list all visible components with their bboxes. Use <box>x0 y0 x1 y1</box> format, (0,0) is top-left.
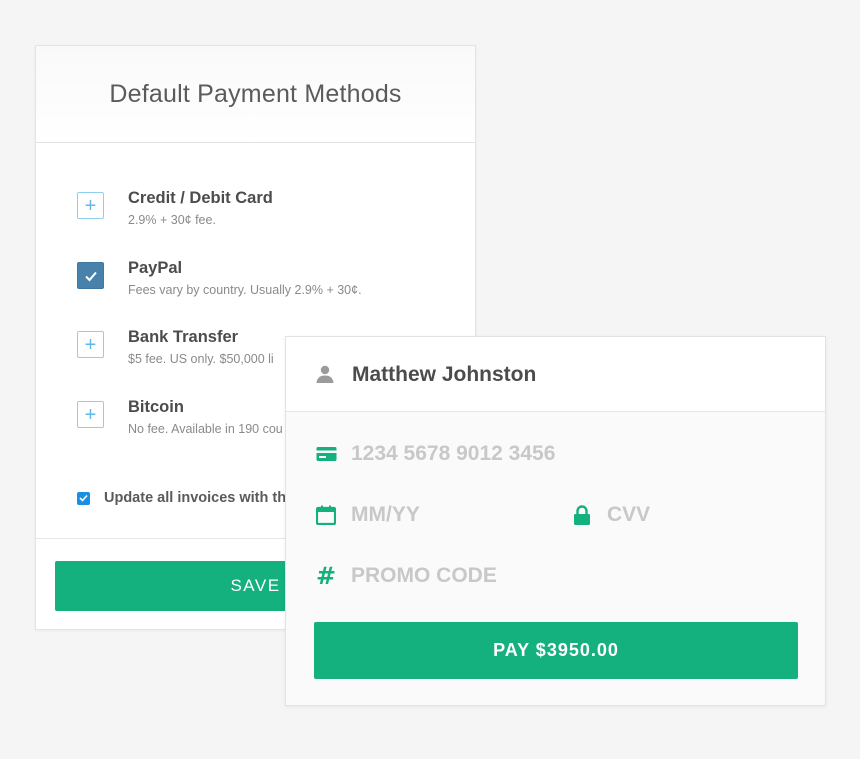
plus-icon: + <box>84 333 97 356</box>
method-paypal[interactable]: PayPal Fees vary by country. Usually 2.9… <box>77 259 467 309</box>
update-invoices-row[interactable]: Update all invoices with th <box>77 490 286 506</box>
expiry-field[interactable]: MM/YY <box>315 501 545 531</box>
payment-methods-header: Default Payment Methods <box>36 46 475 143</box>
method-credit-card[interactable]: + Credit / Debit Card 2.9% + 30¢ fee. <box>77 189 467 239</box>
pay-button[interactable]: PAY $3950.00 <box>314 622 798 679</box>
card-number-field[interactable]: 1234 5678 9012 3456 <box>315 440 795 470</box>
update-invoices-checkbox[interactable] <box>77 491 90 505</box>
credit-card-icon <box>315 443 337 465</box>
check-icon <box>79 494 88 502</box>
add-credit-card-button[interactable]: + <box>77 192 104 219</box>
method-description: $5 fee. US only. $50,000 li <box>128 352 274 366</box>
cvv-field[interactable]: CVV <box>571 501 791 531</box>
check-icon <box>84 271 97 281</box>
method-name: Credit / Debit Card <box>128 189 273 207</box>
pay-form-card: Matthew Johnston 1234 5678 9012 3456 MM/… <box>285 336 826 706</box>
payment-methods-title: Default Payment Methods <box>109 79 402 108</box>
lock-icon <box>571 504 593 526</box>
plus-icon: + <box>84 194 97 217</box>
calendar-icon <box>315 504 337 526</box>
method-description: No fee. Available in 190 cou <box>128 422 283 436</box>
add-bank-transfer-button[interactable]: + <box>77 331 104 358</box>
method-name: Bank Transfer <box>128 328 239 346</box>
cardholder-name: Matthew Johnston <box>352 363 537 386</box>
hash-icon: # <box>315 562 337 590</box>
plus-icon: + <box>84 403 97 426</box>
add-bitcoin-button[interactable]: + <box>77 401 104 428</box>
method-description: Fees vary by country. Usually 2.9% + 30¢… <box>128 283 362 297</box>
pay-form-header: Matthew Johnston <box>286 337 825 412</box>
promo-code-input[interactable]: PROMO CODE <box>351 564 497 588</box>
user-icon <box>316 365 334 383</box>
card-number-input[interactable]: 1234 5678 9012 3456 <box>351 442 555 466</box>
update-invoices-label: Update all invoices with th <box>104 490 287 506</box>
expiry-input[interactable]: MM/YY <box>351 503 420 527</box>
paypal-checkbox[interactable] <box>77 262 104 289</box>
method-description: 2.9% + 30¢ fee. <box>128 213 216 227</box>
method-name: Bitcoin <box>128 398 184 416</box>
promo-code-field[interactable]: # PROMO CODE <box>315 562 795 592</box>
cvv-input[interactable]: CVV <box>607 503 650 527</box>
method-name: PayPal <box>128 259 183 277</box>
